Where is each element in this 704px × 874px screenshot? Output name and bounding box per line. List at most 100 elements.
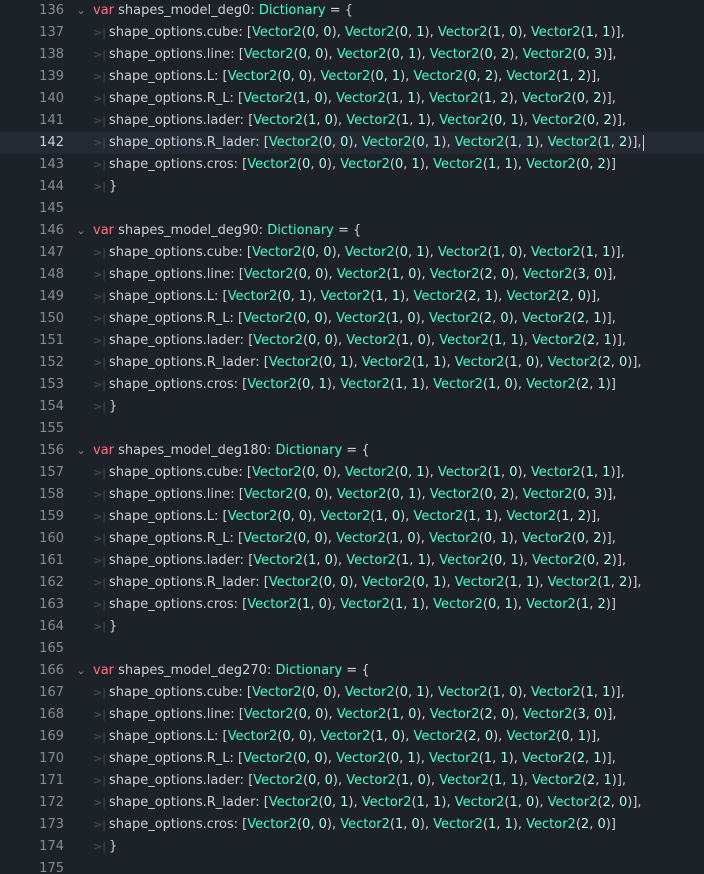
code-line[interactable]: 152 >| shape_options.R_lader: [Vector2(0, … <box>0 352 704 374</box>
number-literal: 1 <box>375 289 384 304</box>
punctuation: ], <box>606 91 616 106</box>
code-line[interactable]: 141 >| shape_options.lader: [Vector2(1, 0)… <box>0 110 704 132</box>
code-line[interactable]: 162 >| shape_options.R_lader: [Vector2(0, … <box>0 572 704 594</box>
number-literal: 0 <box>282 729 291 744</box>
code-line[interactable]: 157 >| shape_options.cube: [Vector2(0, 0),… <box>0 462 704 484</box>
punctuation: , <box>353 135 362 150</box>
code-line[interactable]: 138 >| shape_options.line: [Vector2(0, 0),… <box>0 44 704 66</box>
punctuation: , <box>312 69 321 84</box>
code-line[interactable]: 173 >| shape_options.cros: [Vector2(0, 0),… <box>0 814 704 836</box>
number-literal: 1 <box>298 289 308 304</box>
type-name: Vector2 <box>227 69 278 84</box>
punctuation: } <box>109 399 118 414</box>
tab-indent-icon: >| <box>93 554 106 567</box>
number-literal: 2 <box>468 289 477 304</box>
number-literal: 1 <box>561 509 570 524</box>
identifier: shape_options.cros: [ <box>109 817 248 832</box>
chevron-down-icon[interactable]: ⌄ <box>74 0 88 22</box>
number-literal: 0 <box>577 47 586 62</box>
chevron-down-icon[interactable]: ⌄ <box>74 220 88 242</box>
code-line[interactable]: 168 >| shape_options.line: [Vector2(0, 0),… <box>0 704 704 726</box>
punctuation: , <box>522 465 531 480</box>
code-line[interactable]: 137 >| shape_options.cube: [Vector2(0, 0),… <box>0 22 704 44</box>
code-line[interactable]: 167 >| shape_options.cube: [Vector2(0, 0),… <box>0 682 704 704</box>
code-line[interactable]: 153 >| shape_options.cros: [Vector2(0, 1),… <box>0 374 704 396</box>
type-name: Vector2 <box>439 113 489 128</box>
code-line[interactable]: 172 >| shape_options.R_lader: [Vector2(0, … <box>0 792 704 814</box>
identifier: shape_options.cube: [ <box>109 465 252 480</box>
code-line[interactable]: 149 >| shape_options.L: [Vector2(0, 1), Ve… <box>0 286 704 308</box>
chevron-down-icon[interactable]: ⌄ <box>74 660 88 682</box>
code-editor[interactable]: 136 ⌄ var shapes_model_deg0: Dictionary = … <box>0 0 704 874</box>
code-line[interactable]: 145 <box>0 198 704 220</box>
punctuation: , <box>336 685 345 700</box>
punctuation: } <box>109 839 118 854</box>
code-line[interactable]: 142 >| shape_options.R_lader: [Vector2(0, … <box>0 132 704 154</box>
code-line[interactable]: 174 >|} <box>0 836 704 858</box>
line-number: 155 <box>39 421 64 436</box>
tab-indent-icon: >| <box>93 158 106 171</box>
code-line[interactable]: 166 ⌄ var shapes_model_deg270: Dictionary … <box>0 660 704 682</box>
punctuation: , <box>610 575 619 590</box>
tab-indent-icon: >| <box>93 180 106 193</box>
punctuation: ], <box>607 47 617 62</box>
tab-indent-icon: >| <box>93 708 106 721</box>
code-line[interactable]: 136 ⌄ var shapes_model_deg0: Dictionary = … <box>0 0 704 22</box>
punctuation: , <box>407 685 417 700</box>
punctuation: , <box>446 355 455 370</box>
punctuation: ], <box>606 311 616 326</box>
code-text: shape_options.L: [Vector2(0, 0), Vector2… <box>109 726 600 748</box>
code-line[interactable]: 163 >| shape_options.cros: [Vector2(1, 0),… <box>0 594 704 616</box>
code-line[interactable]: 175 <box>0 858 704 874</box>
code-line[interactable]: 140 >| shape_options.R_L: [Vector2(1, 0), … <box>0 88 704 110</box>
code-text: } <box>109 396 117 418</box>
code-line[interactable]: 170 >| shape_options.R_L: [Vector2(0, 0), … <box>0 748 704 770</box>
line-number: 147 <box>39 245 64 260</box>
punctuation: ], <box>606 751 616 766</box>
code-line[interactable]: 171 >| shape_options.lader: [Vector2(0, 0)… <box>0 770 704 792</box>
chevron-down-icon[interactable]: ⌄ <box>74 440 88 462</box>
line-number: 138 <box>39 47 64 62</box>
number-literal: 1 <box>407 91 416 106</box>
number-literal: 1 <box>585 245 594 260</box>
number-literal: 0 <box>323 795 332 810</box>
code-line[interactable]: 144 >|} <box>0 176 704 198</box>
code-line[interactable]: 139 >| shape_options.L: [Vector2(0, 0), Ve… <box>0 66 704 88</box>
code-line[interactable]: 147 >| shape_options.cube: [Vector2(0, 0),… <box>0 242 704 264</box>
code-line[interactable]: 151 >| shape_options.lader: [Vector2(0, 0)… <box>0 330 704 352</box>
code-line[interactable]: 148 >| shape_options.line: [Vector2(0, 0),… <box>0 264 704 286</box>
code-line[interactable]: 146 ⌄ var shapes_model_deg90: Dictionary =… <box>0 220 704 242</box>
code-text: shape_options.cube: [Vector2(0, 0), Vect… <box>109 682 625 704</box>
code-line[interactable]: 156 ⌄ var shapes_model_deg180: Dictionary … <box>0 440 704 462</box>
code-line[interactable]: 154 >|} <box>0 396 704 418</box>
code-line[interactable]: 161 >| shape_options.lader: [Vector2(1, 0)… <box>0 550 704 572</box>
line-number: 173 <box>39 817 64 832</box>
code-line[interactable]: 158 >| shape_options.line: [Vector2(0, 0),… <box>0 484 704 506</box>
punctuation: , <box>409 773 418 788</box>
type-name: Vector2 <box>547 575 598 590</box>
code-line[interactable]: 159 >| shape_options.L: [Vector2(0, 0), Ve… <box>0 506 704 528</box>
code-line[interactable]: 169 >| shape_options.L: [Vector2(0, 0), Ve… <box>0 726 704 748</box>
punctuation: , <box>514 47 523 62</box>
punctuation: , <box>496 157 505 172</box>
code-line[interactable]: 155 <box>0 418 704 440</box>
code-line[interactable]: 164 >|} <box>0 616 704 638</box>
code-text: } <box>109 176 117 198</box>
punctuation: , <box>424 377 434 392</box>
number-literal: 0 <box>416 575 425 590</box>
line-number: 153 <box>39 377 64 392</box>
punctuation: , <box>513 531 522 546</box>
punctuation: , <box>331 377 341 392</box>
number-literal: 3 <box>577 267 586 282</box>
code-line[interactable]: 143 >| shape_options.cros: [Vector2(0, 0),… <box>0 154 704 176</box>
code-line[interactable]: 165 <box>0 638 704 660</box>
number-literal: 1 <box>510 553 519 568</box>
punctuation: , <box>337 113 347 128</box>
code-line[interactable]: 150 >| shape_options.R_L: [Vector2(0, 0), … <box>0 308 704 330</box>
number-literal: 1 <box>504 817 513 832</box>
code-line[interactable]: 160 >| shape_options.R_L: [Vector2(0, 0), … <box>0 528 704 550</box>
punctuation: , <box>429 245 438 260</box>
type-name: Vector2 <box>413 729 464 744</box>
tab-indent-icon: >| <box>93 818 106 831</box>
line-number: 148 <box>39 267 64 282</box>
